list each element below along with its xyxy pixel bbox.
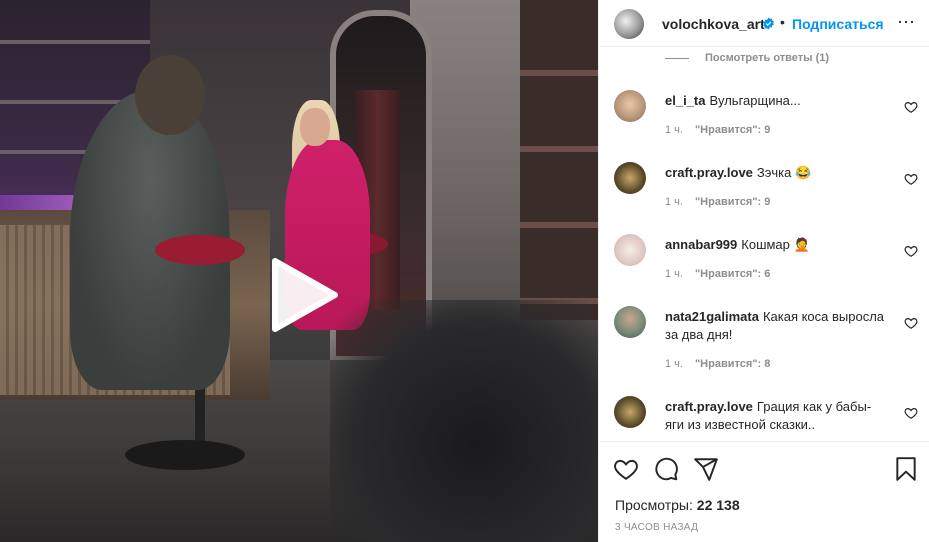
comment-meta: 1 ч. "Нравится": 9	[665, 124, 782, 136]
heart-icon[interactable]	[904, 316, 918, 330]
comment-likes[interactable]: "Нравится": 9	[695, 124, 770, 136]
comment-likes[interactable]: "Нравится": 6	[695, 268, 770, 280]
heart-icon[interactable]	[613, 456, 639, 482]
post-panel: volochkova_art • Подписаться ⋯ Посмотрет…	[598, 0, 929, 542]
replies-line	[665, 57, 689, 59]
comment-time: 1 ч.	[665, 124, 683, 136]
comment-text: annabar999 Кошмар 🤦	[665, 236, 885, 254]
comment-username[interactable]: craft.pray.love	[665, 165, 753, 180]
heart-icon[interactable]	[904, 244, 918, 258]
red-stool	[155, 235, 245, 265]
comment-username[interactable]: annabar999	[665, 237, 737, 252]
comment-time: 1 ч.	[665, 268, 683, 280]
comment-text: el_i_ta Вульгарщина...	[665, 92, 885, 110]
avatar[interactable]	[614, 396, 646, 428]
verified-badge-icon	[763, 17, 774, 30]
views-value: 22 138	[696, 497, 740, 513]
comment-meta: 1 ч. "Нравится": 8	[665, 358, 782, 370]
comment-icon[interactable]	[653, 456, 679, 482]
stool-base	[125, 440, 245, 470]
comment-likes[interactable]: "Нравится": 9	[695, 196, 770, 208]
avatar[interactable]	[614, 306, 646, 338]
post-actions: Просмотры: 22 138 3 ЧАСОВ НАЗАД	[599, 441, 929, 542]
bar-shelf	[0, 40, 150, 44]
comment-text: nata21galimata Какая коса выросла за два …	[665, 308, 885, 344]
share-icon[interactable]	[693, 456, 719, 482]
comment-body: Зэчка 😂	[756, 165, 812, 180]
comment-time: 1 ч.	[665, 196, 683, 208]
post-header: volochkova_art • Подписаться ⋯	[599, 0, 929, 47]
comment-body: Вульгарщина...	[709, 93, 801, 108]
wall-shelves	[520, 0, 598, 320]
avatar[interactable]	[614, 9, 644, 39]
view-replies-link[interactable]: Посмотреть ответы (1)	[665, 52, 829, 64]
more-icon[interactable]: ⋯	[897, 12, 916, 33]
views-count[interactable]: Просмотры: 22 138	[615, 497, 740, 513]
comment-likes[interactable]: "Нравится": 8	[695, 358, 770, 370]
follow-button[interactable]: Подписаться	[792, 16, 884, 32]
heart-icon[interactable]	[904, 406, 918, 420]
man-head	[135, 55, 205, 135]
view-replies-label: Посмотреть ответы (1)	[705, 52, 830, 64]
heart-icon[interactable]	[904, 100, 918, 114]
post-timestamp[interactable]: 3 ЧАСОВ НАЗАД	[615, 522, 698, 533]
comment-username[interactable]: craft.pray.love	[665, 399, 753, 414]
author-username[interactable]: volochkova_art	[662, 16, 765, 32]
avatar[interactable]	[614, 162, 646, 194]
comment-text: craft.pray.love Зэчка 😂	[665, 164, 885, 182]
views-label: Просмотры:	[615, 497, 693, 513]
avatar[interactable]	[614, 234, 646, 266]
comment-meta: 1 ч. "Нравится": 6	[665, 268, 782, 280]
bookmark-icon[interactable]	[893, 456, 919, 482]
comment-username[interactable]: el_i_ta	[665, 93, 705, 108]
comment-text: craft.pray.love Грация как у бабы-яги из …	[665, 398, 885, 434]
play-icon[interactable]	[263, 255, 343, 335]
comment-username[interactable]: nata21galimata	[665, 309, 759, 324]
woman-face	[300, 108, 330, 146]
foreground-person	[330, 300, 598, 542]
video-player[interactable]	[0, 0, 598, 542]
comment-time: 1 ч.	[665, 358, 683, 370]
avatar[interactable]	[614, 90, 646, 122]
comment-body: Кошмар 🤦	[741, 237, 810, 252]
separator-dot: •	[780, 14, 785, 30]
comments-list[interactable]: Посмотреть ответы (1) el_i_ta Вульгарщина…	[599, 47, 929, 441]
comment-meta: 1 ч. "Нравится": 9	[665, 196, 782, 208]
heart-icon[interactable]	[904, 172, 918, 186]
